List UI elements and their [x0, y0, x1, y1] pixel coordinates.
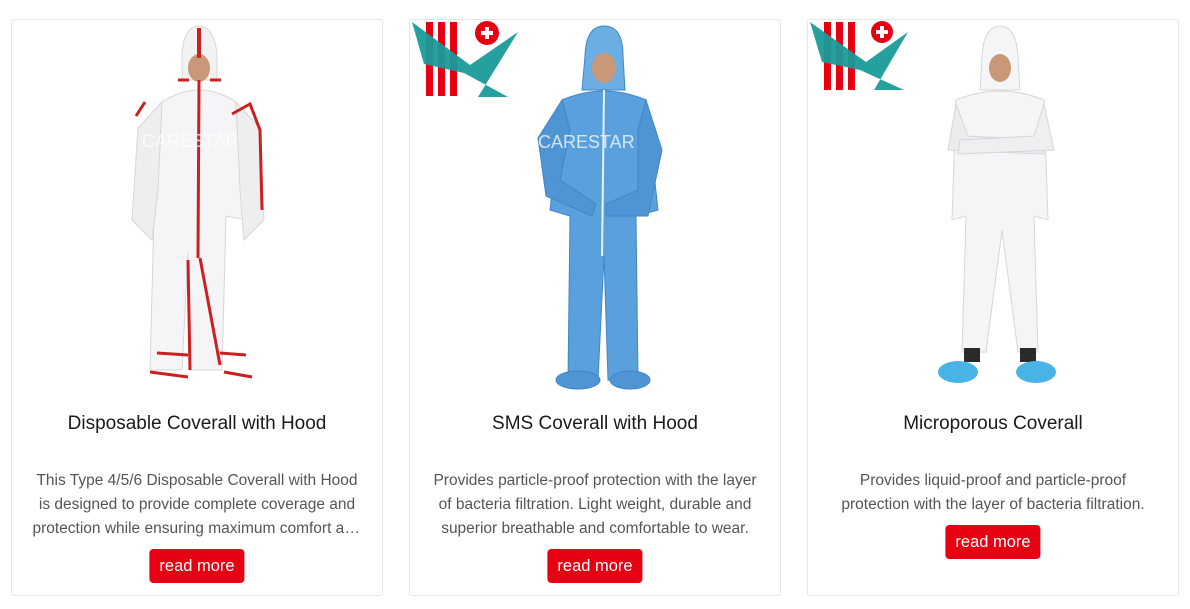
read-more-button[interactable]: read more — [547, 549, 643, 583]
product-title[interactable]: Disposable Coverall with Hood — [12, 412, 382, 436]
read-more-button[interactable]: read more — [945, 525, 1041, 559]
product-card[interactable]: Microporous Coverall Provides liquid-pro… — [807, 19, 1179, 596]
product-title[interactable]: Microporous Coverall — [808, 412, 1178, 436]
product-image[interactable]: CARESTAR — [410, 20, 780, 395]
svg-text:CARESTAR: CARESTAR — [538, 132, 635, 152]
read-more-button[interactable]: read more — [149, 549, 245, 583]
product-card[interactable]: CARESTAR SMS Coverall with Hood Provides… — [409, 19, 781, 596]
svg-text:CARESTAR: CARESTAR — [142, 131, 239, 151]
product-description: This Type 4/5/6 Disposable Coverall with… — [32, 472, 362, 537]
brand-logo-icon — [810, 21, 908, 90]
product-image[interactable] — [808, 20, 1178, 395]
brand-logo-icon — [412, 21, 518, 97]
product-card[interactable]: CARESTAR Disposable Coverall with Hood T… — [11, 19, 383, 596]
product-description: Provides liquid-proof and particle-proof… — [841, 472, 1145, 513]
product-image[interactable]: CARESTAR — [12, 20, 382, 395]
product-description: Provides particle-proof protection with … — [433, 472, 757, 537]
product-title[interactable]: SMS Coverall with Hood — [410, 412, 780, 436]
